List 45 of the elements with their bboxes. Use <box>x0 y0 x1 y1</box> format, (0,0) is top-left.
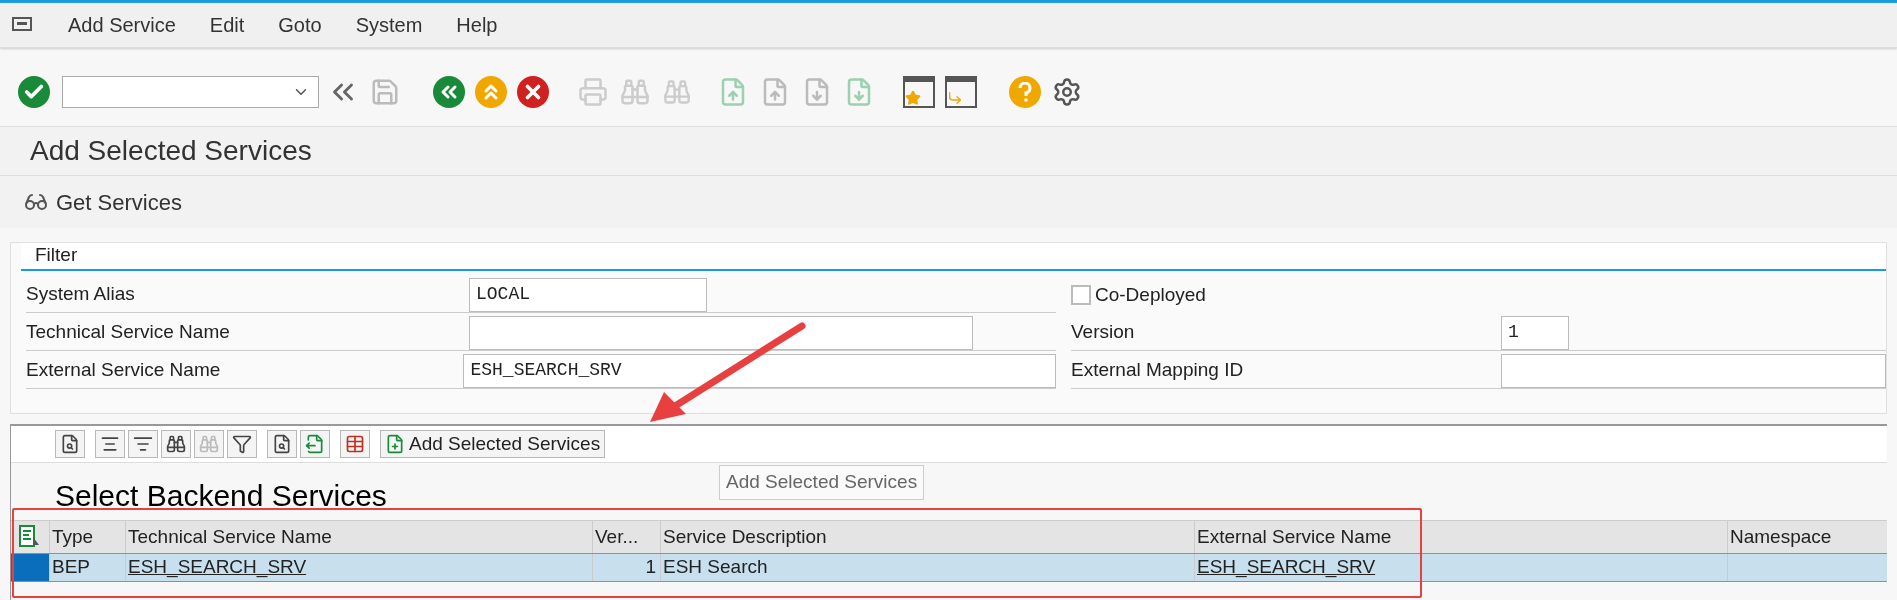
table-cell-text: BEP <box>52 555 91 580</box>
field-label: External Service Name <box>26 358 222 383</box>
column-header[interactable]: Service Description <box>660 521 1194 553</box>
menu-icon[interactable] <box>12 16 34 34</box>
menu-item[interactable]: Edit <box>209 10 245 40</box>
table-cell-text: ESH_SEARCH_SRV <box>128 555 307 580</box>
menu-item[interactable]: Add Service <box>68 10 176 40</box>
checkbox-label: Co-Deployed <box>1095 282 1206 307</box>
page-title: Add Selected Services <box>29 134 313 168</box>
add-selected-services-button[interactable]: Add Selected Services <box>380 430 606 458</box>
input-field[interactable]: ESH_SEARCH_SRV <box>463 353 1056 388</box>
field-label: System Alias <box>26 282 136 307</box>
detail-icon[interactable] <box>55 430 85 458</box>
table-cell-text: ESH_SEARCH_SRV <box>1197 555 1376 580</box>
filter-title: Filter <box>34 243 79 267</box>
table-cell-text: 1 <box>645 555 656 580</box>
window-star-icon[interactable] <box>901 74 937 110</box>
menu-item[interactable]: Goto <box>278 10 322 40</box>
checkbox[interactable] <box>1071 285 1091 305</box>
field-label: Technical Service Name <box>26 320 231 345</box>
input-field[interactable] <box>1501 353 1886 388</box>
column-select-icon[interactable] <box>19 525 41 549</box>
field-label: External Mapping ID <box>1071 358 1245 383</box>
column-header[interactable]: Type <box>49 521 125 553</box>
input-field[interactable] <box>469 315 973 350</box>
add-list-icon <box>385 434 405 454</box>
export-icon[interactable] <box>300 430 330 458</box>
get-services-button[interactable]: Get Services <box>24 185 182 219</box>
column-header[interactable]: Technical Service Name <box>125 521 592 553</box>
column-header[interactable]: External Service Name <box>1194 521 1727 553</box>
window-arrow-icon[interactable] <box>943 74 979 110</box>
menu-item[interactable]: Help <box>456 10 498 40</box>
section-title: Select Backend Services <box>55 478 387 514</box>
input-field[interactable]: LOCAL <box>469 277 707 312</box>
tooltip: Add Selected Services <box>719 465 925 500</box>
column-header[interactable]: Namespace <box>1727 521 1872 553</box>
column-header[interactable]: Ver... <box>592 521 660 553</box>
menu-item[interactable]: System <box>355 10 423 40</box>
input-field[interactable]: 1 <box>1501 315 1569 350</box>
field-label: Version <box>1071 320 1136 345</box>
table-cell-text: ESH Search <box>663 555 768 580</box>
filter-icon[interactable] <box>227 430 257 458</box>
command-field[interactable] <box>62 76 319 108</box>
binoculars-icon[interactable] <box>161 430 191 458</box>
layout-icon[interactable] <box>340 430 370 458</box>
